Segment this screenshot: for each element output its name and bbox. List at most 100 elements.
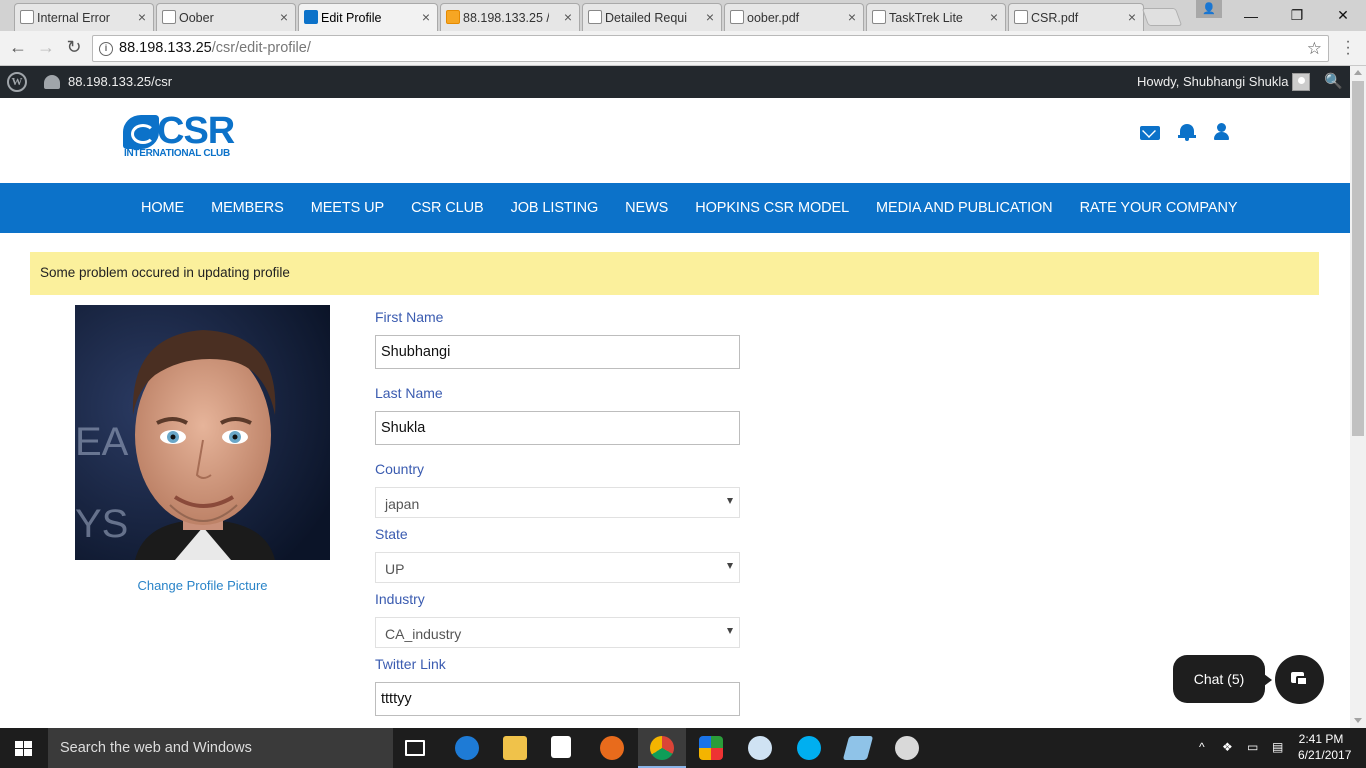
network-icon[interactable]: ▭: [1247, 740, 1258, 754]
browser-tab[interactable]: Internal Error ×: [14, 3, 154, 31]
profile-photo: EA YS: [75, 305, 330, 560]
wp-admin-bar: W 88.198.133.25/csr Howdy, Shubhangi Shu…: [0, 66, 1350, 98]
chat-label[interactable]: Chat (5): [1173, 655, 1272, 703]
close-icon[interactable]: ×: [422, 9, 430, 25]
chat-bubble-icon: [1296, 676, 1308, 686]
browser-tab-active[interactable]: Edit Profile ×: [298, 3, 438, 31]
nav-item-media-and-publication[interactable]: MEDIA AND PUBLICATION: [876, 200, 1053, 216]
industry-select[interactable]: CA_industry: [375, 617, 740, 648]
user-icon[interactable]: [1214, 123, 1229, 141]
vertical-scrollbar[interactable]: [1350, 66, 1366, 728]
new-tab-button[interactable]: [1141, 8, 1183, 26]
firefox-icon[interactable]: [600, 736, 624, 760]
scroll-up-icon[interactable]: [1354, 70, 1362, 75]
app-icon[interactable]: [699, 736, 723, 760]
clock-time: 2:41 PM: [1298, 732, 1344, 746]
bookmark-star-icon[interactable]: ☆: [1307, 36, 1322, 61]
chevron-up-icon[interactable]: ^: [1199, 740, 1205, 754]
first-name-field[interactable]: Shubhangi: [375, 335, 740, 369]
taskbar-search-input[interactable]: Search the web and Windows: [48, 728, 393, 768]
close-icon[interactable]: ×: [848, 9, 856, 25]
task-view-icon[interactable]: [405, 740, 425, 756]
tab-label: Oober: [179, 10, 214, 25]
forward-icon[interactable]: →: [34, 37, 58, 58]
skype-icon[interactable]: [797, 736, 821, 760]
browser-tab[interactable]: oober.pdf ×: [724, 3, 864, 31]
nav-item-job-listing[interactable]: JOB LISTING: [511, 200, 599, 216]
browser-tab-strip: Internal Error × Oober × Edit Profile × …: [0, 0, 1366, 31]
nav-item-rate-your-company[interactable]: RATE YOUR COMPANY: [1080, 200, 1238, 216]
restore-icon[interactable]: ❐: [1274, 0, 1320, 31]
search-icon[interactable]: 🔍: [1324, 72, 1343, 90]
close-icon[interactable]: ×: [1128, 9, 1136, 25]
close-icon[interactable]: ×: [564, 9, 572, 25]
chat-button[interactable]: [1275, 655, 1324, 704]
close-icon[interactable]: ×: [280, 9, 288, 25]
info-icon[interactable]: i: [99, 42, 113, 56]
nav-item-csr-club[interactable]: CSR CLUB: [411, 200, 484, 216]
chrome-icon[interactable]: [650, 736, 674, 760]
admin-bar-site-link[interactable]: 88.198.133.25/csr: [68, 74, 172, 89]
notepad-icon[interactable]: [842, 736, 874, 760]
logo-subtext: INTERNATIONAL CLUB: [124, 148, 230, 159]
notification-icon[interactable]: ▤: [1272, 740, 1283, 754]
paint-icon[interactable]: [895, 736, 919, 760]
edge-icon[interactable]: [455, 736, 479, 760]
menu-dots-icon[interactable]: · · ·: [1342, 34, 1354, 62]
nav-item-members[interactable]: MEMBERS: [211, 200, 284, 216]
profile-user-icon[interactable]: 👤: [1196, 0, 1222, 18]
dashboard-icon[interactable]: [44, 75, 60, 89]
dropbox-icon[interactable]: ❖: [1222, 740, 1233, 754]
nav-item-news[interactable]: NEWS: [625, 200, 668, 216]
browser-tab[interactable]: Oober ×: [156, 3, 296, 31]
scroll-down-icon[interactable]: [1354, 718, 1362, 723]
wordpress-icon[interactable]: W: [7, 72, 27, 92]
nav-item-hopkins-csr-model[interactable]: HOPKINS CSR MODEL: [695, 200, 849, 216]
globe-icon: [123, 115, 159, 149]
taskbar-clock[interactable]: 2:41 PM 6/21/2017: [1298, 731, 1351, 763]
industry-value: CA_industry: [385, 626, 462, 642]
reload-icon[interactable]: ↻: [62, 37, 86, 58]
thunderbird-icon[interactable]: [748, 736, 772, 760]
close-window-icon[interactable]: ✕: [1320, 0, 1366, 31]
store-icon[interactable]: [551, 736, 571, 758]
scrollbar-thumb[interactable]: [1352, 81, 1364, 436]
envelope-icon[interactable]: [1140, 126, 1160, 140]
csr-favicon-icon: [304, 10, 318, 24]
back-icon[interactable]: ←: [6, 37, 30, 58]
tab-label: oober.pdf: [747, 10, 800, 25]
chevron-down-icon: [727, 628, 733, 634]
site-header: CSR INTERNATIONAL CLUB: [0, 98, 1350, 183]
avatar[interactable]: [1292, 73, 1310, 91]
browser-tab[interactable]: TaskTrek Lite ×: [866, 3, 1006, 31]
state-value: UP: [385, 561, 405, 577]
nav-item-home[interactable]: HOME: [141, 200, 184, 216]
change-profile-picture-link[interactable]: Change Profile Picture: [75, 578, 330, 593]
phpmyadmin-favicon-icon: [446, 10, 460, 24]
nav-item-meets-up[interactable]: MEETS UP: [311, 200, 384, 216]
state-select[interactable]: UP: [375, 552, 740, 583]
tab-label: Detailed Requi: [605, 10, 687, 25]
page-favicon-icon: [1014, 10, 1028, 24]
industry-label: Industry: [375, 591, 425, 607]
browser-tab[interactable]: 88.198.133.25 / ×: [440, 3, 580, 31]
close-icon[interactable]: ×: [990, 9, 998, 25]
twitter-link-field[interactable]: ttttyy: [375, 682, 740, 716]
minimize-icon[interactable]: —: [1228, 0, 1274, 31]
last-name-field[interactable]: Shukla: [375, 411, 740, 445]
close-icon[interactable]: ×: [706, 9, 714, 25]
page-favicon-icon: [730, 10, 744, 24]
page-favicon-icon: [588, 10, 602, 24]
windows-start-icon[interactable]: [15, 741, 32, 756]
close-icon[interactable]: ×: [138, 9, 146, 25]
browser-tab[interactable]: Detailed Requi ×: [582, 3, 722, 31]
file-explorer-icon[interactable]: [503, 736, 527, 760]
error-alert: Some problem occured in updating profile: [30, 252, 1319, 295]
csr-logo[interactable]: CSR INTERNATIONAL CLUB: [123, 110, 235, 160]
country-select[interactable]: japan: [375, 487, 740, 518]
admin-bar-howdy[interactable]: Howdy, Shubhangi Shukla: [1137, 74, 1289, 89]
bell-icon[interactable]: [1178, 122, 1196, 141]
address-bar[interactable]: i 88.198.133.25/csr/edit-profile/ ☆: [92, 35, 1329, 62]
browser-tab[interactable]: CSR.pdf ×: [1008, 3, 1144, 31]
svg-text:YS: YS: [75, 502, 128, 546]
